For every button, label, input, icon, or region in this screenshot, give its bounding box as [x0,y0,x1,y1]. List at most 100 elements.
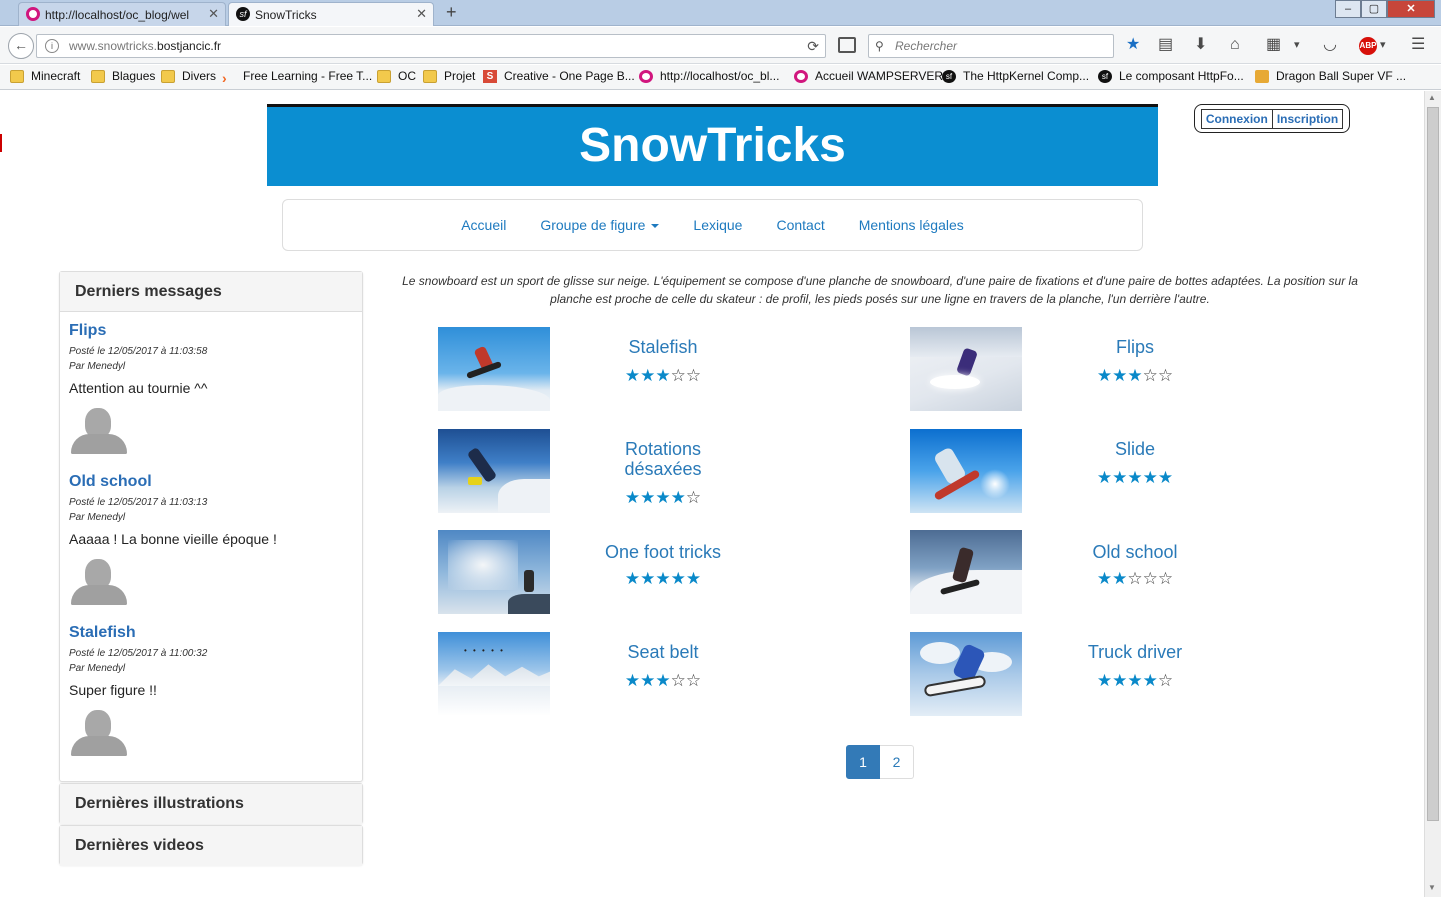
message-title[interactable]: Old school [69,473,354,491]
star-filled-icon: ★ [1096,366,1113,385]
star-empty-icon: ☆ [1157,569,1174,588]
message-text: Super figure !! [69,682,157,698]
star-empty-icon: ☆ [1157,671,1174,690]
trick-thumbnail[interactable] [438,327,550,411]
trick-name[interactable]: Slide [1060,439,1210,459]
trick-thumbnail[interactable] [910,327,1022,411]
browser-toolbar: ← i www.snowtricks.bostjancic.fr ⟳ ⚲ Rec… [0,27,1441,64]
adblock-icon[interactable]: ABP [1359,37,1377,55]
bookmark-dragonball[interactable]: Dragon Ball Super VF ... [1255,69,1406,83]
page-scrollbar[interactable]: ▲ ▼ [1424,91,1441,897]
bookmark-oc[interactable]: OC [377,69,416,83]
bookmark-label: Free Learning - Free T... [243,69,373,83]
nav-lexique[interactable]: Lexique [693,217,742,233]
reload-icon[interactable]: ⟳ [807,35,819,57]
avatar [69,408,129,456]
trick-name[interactable]: Truck driver [1060,642,1210,662]
trick-name[interactable]: Old school [1060,542,1210,562]
download-icon[interactable]: ⬇ [1194,36,1207,54]
tab-localhost[interactable]: http://localhost/oc_blog/wel ✕ [18,2,226,26]
trick-card[interactable]: Old school ★★☆☆☆ [910,530,1330,616]
tab-title: http://localhost/oc_blog/wel [45,7,190,22]
chevron-down-icon[interactable]: ▾ [1380,36,1386,54]
nav-accueil[interactable]: Accueil [461,217,506,233]
trick-card[interactable]: • • • • • Seat belt ★★★☆☆ [438,632,858,718]
page-1-button[interactable]: 1 [846,745,880,779]
page-2-button[interactable]: 2 [880,745,914,779]
latest-videos-panel[interactable]: Dernières videos [59,825,363,866]
avatar [69,710,129,758]
message-date: Posté le 12/05/2017 à 11:03:13 [69,497,208,508]
message-title[interactable]: Stalefish [69,624,354,642]
scroll-up-icon[interactable]: ▲ [1428,93,1436,102]
message-title[interactable]: Flips [69,322,354,340]
symfony-icon: sf [942,69,956,83]
site-title[interactable]: SnowTricks [267,107,1158,185]
trick-card[interactable]: One foot tricks ★★★★★ [438,530,858,616]
extension-icon[interactable]: ▦ [1266,36,1281,54]
bookmark-label: Accueil WAMPSERVER [815,69,944,83]
bookmark-label: http://localhost/oc_bl... [660,69,780,83]
trick-name[interactable]: One foot tricks [588,542,738,562]
minimize-button[interactable]: – [1335,0,1361,18]
new-tab-button[interactable]: + [446,2,457,23]
edge-marker [0,134,2,152]
bookmark-projet[interactable]: Projet [423,69,475,83]
star-filled-icon: ★ [655,366,671,385]
bookmark-creative[interactable]: S Creative - One Page B... [483,69,635,83]
menu-icon[interactable]: ☰ [1411,36,1425,54]
chevron-down-icon[interactable]: ▾ [1294,36,1300,54]
bookmark-localhost[interactable]: http://localhost/oc_bl... [639,69,779,83]
trick-card[interactable]: Rotations désaxées ★★★★☆ [438,429,858,515]
trick-thumbnail[interactable] [438,530,550,614]
nav-groupe-de-figure[interactable]: Groupe de figure [540,217,660,233]
trick-thumbnail[interactable] [910,632,1022,716]
latest-messages-panel: Derniers messages Flips Posté le 12/05/2… [59,271,363,782]
trick-card[interactable]: Slide ★★★★★ [910,429,1330,515]
trick-name[interactable]: Seat belt [588,642,738,662]
scroll-thumb[interactable] [1427,107,1439,821]
info-icon[interactable]: i [45,39,59,53]
home-icon[interactable]: ⌂ [1230,36,1240,54]
window-close-button[interactable]: ✕ [1387,0,1435,18]
message-author: Par Menedyl [69,512,126,523]
trick-card[interactable]: Truck driver ★★★★☆ [910,632,1330,718]
url-bar[interactable]: i www.snowtricks.bostjancic.fr ⟳ [36,34,826,58]
nav-contact[interactable]: Contact [776,217,824,233]
reader-view-icon[interactable] [838,37,856,53]
search-input[interactable]: ⚲ Rechercher [868,34,1114,58]
trick-thumbnail[interactable] [910,429,1022,513]
trick-card[interactable]: Stalefish ★★★☆☆ [438,327,858,413]
latest-illustrations-panel[interactable]: Dernières illustrations [59,783,363,824]
trick-name[interactable]: Stalefish [588,337,738,357]
trick-thumbnail[interactable] [910,530,1022,614]
bookmarks-list-icon[interactable]: ▤ [1158,36,1173,54]
bookmark-minecraft[interactable]: Minecraft [10,69,80,83]
trick-thumbnail[interactable]: • • • • • [438,632,550,716]
star-filled-icon: ★ [655,488,671,507]
close-tab-icon[interactable]: ✕ [416,6,427,22]
trick-thumbnail[interactable] [438,429,550,513]
star-empty-icon: ☆ [1127,569,1143,588]
trick-card[interactable]: Flips ★★★☆☆ [910,327,1330,413]
login-button[interactable]: Connexion [1200,108,1273,129]
bookmark-httpfoundation[interactable]: sf Le composant HttpFo... [1098,69,1244,83]
scroll-down-icon[interactable]: ▼ [1428,883,1436,892]
bookmark-star-icon[interactable]: ★ [1126,36,1140,54]
trick-name[interactable]: Rotations désaxées [588,439,738,479]
maximize-button[interactable]: ▢ [1361,0,1387,18]
tab-snowtricks[interactable]: sf SnowTricks ✕ [228,2,434,26]
folder-icon [91,69,105,83]
register-button[interactable]: Inscription [1272,108,1344,129]
nav-mentions-legales[interactable]: Mentions légales [859,217,964,233]
bookmark-httpkernel[interactable]: sf The HttpKernel Comp... [942,69,1089,83]
bookmark-blagues[interactable]: Blagues [91,69,155,83]
bookmark-wampserver[interactable]: Accueil WAMPSERVER [794,69,943,83]
trick-name[interactable]: Flips [1060,337,1210,357]
close-tab-icon[interactable]: ✕ [208,6,219,22]
site-header: SnowTricks [267,104,1158,186]
bookmark-divers[interactable]: Divers [161,69,216,83]
bookmark-free-learning[interactable]: › Free Learning - Free T... [222,69,373,86]
back-button[interactable]: ← [8,33,34,59]
pocket-icon[interactable]: ◡ [1323,36,1337,54]
